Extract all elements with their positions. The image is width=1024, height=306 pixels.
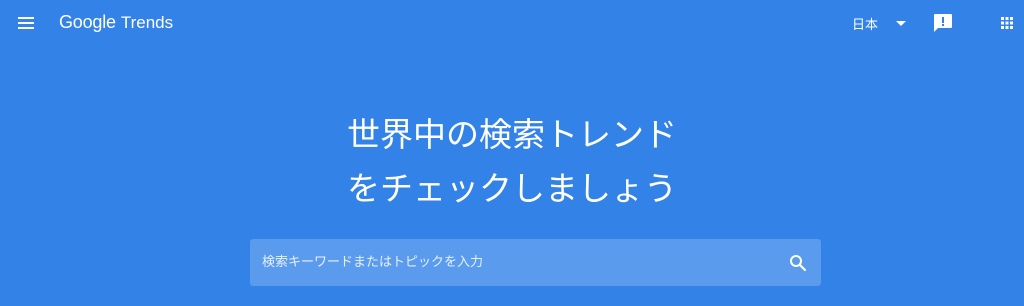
hamburger-menu-icon[interactable] (14, 11, 38, 35)
region-label: 日本 (852, 17, 879, 33)
search-input[interactable] (262, 239, 762, 286)
region-selector[interactable]: 日本 (852, 11, 907, 35)
top-app-bar: Google Trends 日本 (0, 0, 1024, 46)
logo-brand-text: Google (59, 12, 116, 32)
google-trends-logo[interactable]: Google Trends (59, 12, 173, 34)
apps-grid-icon[interactable] (995, 11, 1019, 35)
dropdown-caret-icon (896, 20, 907, 26)
feedback-icon[interactable] (931, 11, 955, 35)
search-icon[interactable] (786, 251, 810, 275)
headline-line-2: をチェックしましょう (347, 169, 677, 208)
hero-headline: 世界中の検索トレンド をチェックしましょう (0, 108, 1024, 216)
search-box (250, 239, 821, 286)
trends-home-page: Google Trends 日本 世界中の検索トレンド をチェックしましょう 検… (0, 0, 1024, 306)
headline-line-1: 世界中の検索トレンド (347, 115, 677, 154)
logo-product-text: Trends (120, 13, 174, 32)
